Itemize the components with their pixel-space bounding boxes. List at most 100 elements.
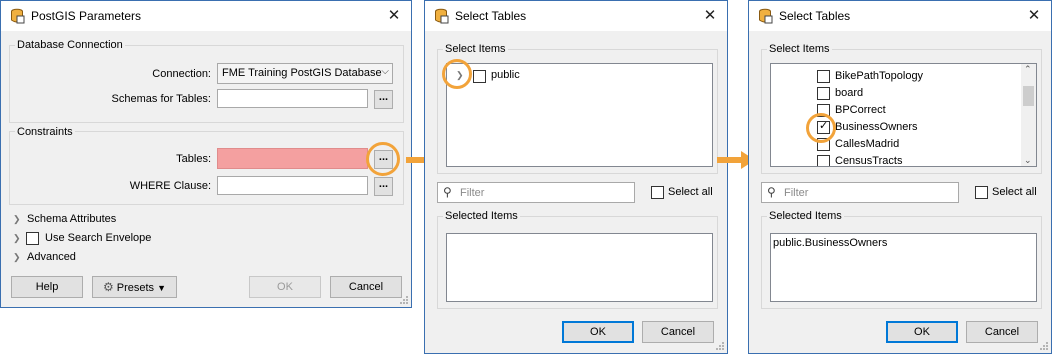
close-icon[interactable]: ✕	[1023, 5, 1045, 27]
database-connection-label: Database Connection	[15, 39, 125, 51]
close-icon[interactable]: ✕	[383, 5, 405, 27]
dialog-title: Select Tables	[455, 9, 527, 23]
list-item[interactable]: BikePathTopology	[771, 68, 1021, 85]
dialog-title: PostGIS Parameters	[31, 9, 142, 23]
caret-down-icon: ▼	[157, 283, 167, 293]
cancel-label: Cancel	[660, 326, 696, 338]
ok-button[interactable]: OK	[562, 321, 634, 343]
resize-grip-icon[interactable]	[399, 295, 409, 305]
help-button[interactable]: Help	[11, 276, 83, 298]
item-label: board	[835, 87, 864, 99]
scroll-up-icon[interactable]: ⌃	[1024, 64, 1032, 75]
expand-arrow-icon[interactable]: ❯	[13, 214, 21, 225]
list-item[interactable]: CensusTracts	[771, 153, 1021, 167]
cancel-button[interactable]: Cancel	[642, 321, 714, 343]
tables-input[interactable]	[217, 148, 368, 169]
cancel-button[interactable]: Cancel	[966, 321, 1038, 343]
highlight-circle	[366, 142, 400, 176]
select-items-label: Select Items	[767, 43, 832, 55]
tables-label: Tables:	[176, 153, 211, 165]
item-checkbox[interactable]	[817, 155, 830, 166]
filter-input[interactable]: ⚲ Filter	[437, 182, 635, 203]
schemas-input[interactable]	[217, 89, 368, 108]
tree-item-public[interactable]: public	[491, 69, 520, 81]
connection-value: FME Training PostGIS Database	[222, 67, 382, 79]
database-connection-group	[9, 45, 404, 123]
select-items-label: Select Items	[443, 43, 508, 55]
expand-arrow-icon[interactable]: ❯	[13, 252, 21, 263]
cancel-button[interactable]: Cancel	[330, 276, 402, 298]
item-checkbox[interactable]	[817, 70, 830, 83]
chevron-down-icon: ⌵	[381, 66, 389, 77]
resize-grip-icon[interactable]	[715, 341, 725, 351]
selected-items-label: Selected Items	[767, 210, 844, 222]
selected-items-list[interactable]: public.BusinessOwners	[770, 233, 1037, 302]
list-item[interactable]: board	[771, 85, 1021, 102]
vertical-scrollbar[interactable]: ⌃ ⌄	[1021, 64, 1036, 166]
where-clause-browse-button[interactable]: ...	[374, 177, 393, 196]
gear-icon: ⚙	[102, 280, 114, 294]
database-icon	[759, 8, 773, 24]
select-items-tree[interactable]: ❯ public	[446, 63, 713, 167]
select-all-label: Select all	[992, 186, 1037, 198]
selected-item[interactable]: public.BusinessOwners	[773, 237, 887, 249]
title-bar: Select Tables ✕	[425, 1, 727, 31]
select-all-checkbox[interactable]	[975, 186, 988, 199]
ok-label: OK	[914, 326, 930, 338]
scroll-down-icon[interactable]: ⌄	[1024, 155, 1032, 166]
selected-items-label: Selected Items	[443, 210, 520, 222]
schema-attributes-section[interactable]: Schema Attributes	[27, 213, 116, 225]
highlight-circle	[442, 59, 472, 89]
resize-grip-icon[interactable]	[1039, 341, 1049, 351]
item-label: BPCorrect	[835, 104, 886, 116]
close-icon[interactable]: ✕	[699, 5, 721, 27]
ok-label: OK	[590, 326, 606, 338]
ok-button[interactable]: OK	[249, 276, 321, 298]
scrollbar-thumb[interactable]	[1023, 86, 1034, 106]
cancel-label: Cancel	[984, 326, 1020, 338]
filter-input[interactable]: ⚲ Filter	[761, 182, 959, 203]
schemas-browse-button[interactable]: ...	[374, 90, 393, 109]
presets-label: Presets	[116, 282, 155, 294]
use-search-envelope-label: Use Search Envelope	[45, 232, 152, 244]
where-clause-label: WHERE Clause:	[129, 180, 211, 192]
help-label: Help	[35, 281, 59, 293]
filter-placeholder: Filter	[784, 187, 809, 199]
select-items-list[interactable]: BikePathTopology board BPCorrect ✓ Busin…	[770, 63, 1037, 167]
highlight-circle	[806, 113, 836, 143]
select-all-checkbox[interactable]	[651, 186, 664, 199]
expand-arrow-icon[interactable]: ❯	[13, 233, 21, 244]
select-tables-dialog: Select Tables ✕ Select Items ❯ public ⚲ …	[424, 0, 728, 354]
item-label: CensusTracts	[835, 155, 903, 167]
use-search-envelope-checkbox[interactable]	[26, 232, 39, 245]
connection-select[interactable]: FME Training PostGIS Database ⌵	[217, 63, 393, 84]
postgis-parameters-dialog: PostGIS Parameters ✕ Database Connection…	[0, 0, 412, 308]
search-icon: ⚲	[443, 185, 452, 199]
filter-placeholder: Filter	[460, 187, 485, 199]
ok-button[interactable]: OK	[886, 321, 958, 343]
where-clause-input[interactable]	[217, 176, 368, 195]
select-all-label: Select all	[668, 186, 713, 198]
item-checkbox[interactable]	[817, 87, 830, 100]
dialog-title: Select Tables	[779, 9, 851, 23]
selected-items-list[interactable]	[446, 233, 713, 302]
title-bar: PostGIS Parameters ✕	[1, 1, 411, 31]
list-item[interactable]: BPCorrect	[771, 102, 1021, 119]
list-item[interactable]: CallesMadrid	[771, 136, 1021, 153]
item-label: BikePathTopology	[835, 70, 924, 82]
search-icon: ⚲	[767, 185, 776, 199]
select-tables-dialog-selected: Select Tables ✕ Select Items BikePathTop…	[748, 0, 1052, 354]
title-bar: Select Tables ✕	[749, 1, 1051, 31]
public-checkbox[interactable]	[473, 70, 486, 83]
connection-label: Connection:	[152, 68, 211, 80]
advanced-section[interactable]: Advanced	[27, 251, 76, 263]
database-icon	[11, 8, 25, 24]
ok-label: OK	[277, 281, 293, 293]
cancel-label: Cancel	[348, 281, 384, 293]
presets-button[interactable]: ⚙ Presets ▼	[92, 276, 177, 298]
constraints-label: Constraints	[15, 126, 75, 138]
schemas-label: Schemas for Tables:	[111, 93, 211, 105]
item-label: CallesMadrid	[835, 138, 900, 150]
database-icon	[435, 8, 449, 24]
item-label: BusinessOwners	[835, 121, 918, 133]
